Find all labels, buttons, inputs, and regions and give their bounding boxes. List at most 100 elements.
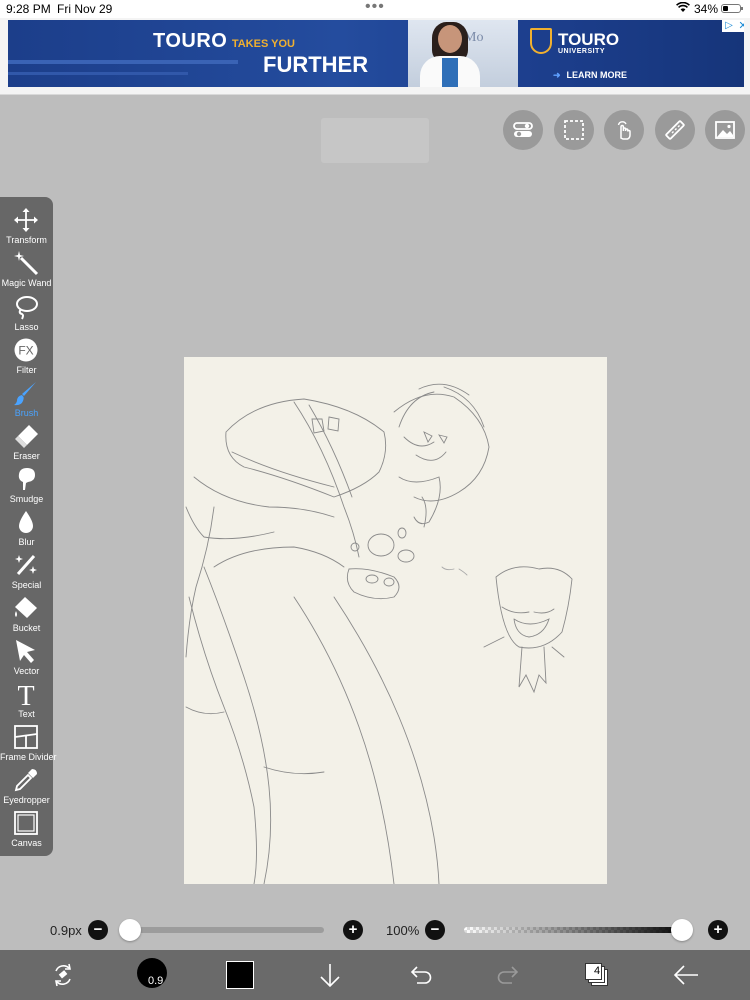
tool-eyedropper[interactable]: Eyedropper (0, 766, 53, 809)
tool-vector[interactable]: Vector (0, 637, 53, 680)
ad-choices-icon[interactable]: ▷ (722, 20, 736, 32)
eraser-icon (15, 425, 38, 448)
battery-percent: 34% (694, 2, 719, 16)
eyedropper-icon (14, 769, 37, 792)
tool-label: Brush (14, 408, 39, 418)
ad-banner[interactable]: TOURO TAKES YOU FURTHER Mo TOURO UNIVERS… (8, 20, 744, 87)
ad-photo-scrubs (442, 58, 458, 87)
selection-button[interactable] (554, 110, 594, 150)
magic-wand-icon (14, 251, 39, 276)
tool-label: Bucket (12, 623, 41, 633)
status-time: 9:28 PM (6, 2, 51, 16)
tool-smudge[interactable]: Smudge (0, 465, 53, 508)
color-swatch[interactable] (226, 961, 254, 989)
toggle-icon (513, 122, 533, 137)
image-button[interactable] (705, 110, 745, 150)
tool-label: Magic Wand (1, 278, 52, 288)
multitasking-dots[interactable]: ••• (365, 0, 385, 16)
frame-divider-icon (14, 725, 38, 749)
battery-nub (741, 7, 743, 10)
redo-icon (497, 966, 519, 984)
tool-label: Canvas (11, 838, 42, 848)
tool-label: Filter (16, 365, 37, 375)
swap-icon (55, 963, 71, 987)
ad-further-text: FURTHER (263, 52, 369, 77)
svg-text:T: T (17, 681, 34, 707)
swap-button[interactable] (48, 950, 78, 1000)
wifi-icon (676, 1, 690, 16)
drop-icon (19, 511, 33, 533)
toggle-settings-button[interactable] (503, 110, 543, 150)
ad-arrow-icon: ➜ (553, 70, 561, 80)
tool-label: Vector (13, 666, 40, 676)
brush-size-thumb[interactable] (119, 919, 141, 941)
tool-special[interactable]: Special (0, 551, 53, 594)
status-bar: 9:28 PM Fri Nov 29 ••• 34% (0, 0, 750, 18)
tool-bucket[interactable]: Bucket (0, 594, 53, 637)
status-date: Fri Nov 29 (57, 2, 113, 16)
opacity-slider[interactable] (464, 927, 690, 933)
brush-preview-label: 0.9 (148, 975, 164, 987)
svg-text:FX: FX (18, 344, 33, 358)
image-icon (715, 121, 735, 139)
ruler-icon (665, 120, 685, 140)
ad-cta-label: LEARN MORE (566, 70, 628, 80)
drawing-canvas[interactable] (184, 357, 607, 884)
sketch-drawing (185, 383, 573, 884)
gesture-button[interactable] (604, 110, 644, 150)
back-button[interactable] (659, 950, 713, 1000)
brush-size-minus-button[interactable]: − (88, 920, 108, 940)
tool-magic-wand[interactable]: Magic Wand (0, 249, 53, 292)
fx-icon: FX (14, 338, 38, 362)
ad-container: TOURO TAKES YOU FURTHER Mo TOURO UNIVERS… (0, 18, 750, 95)
brush-icon (14, 382, 36, 406)
tool-blur[interactable]: Blur (0, 508, 53, 551)
brush-size-slider[interactable] (122, 927, 324, 933)
bucket-icon (15, 597, 37, 618)
tool-frame-divider[interactable]: Frame Divider (0, 723, 57, 766)
brush-size-plus-button[interactable]: + (343, 920, 363, 940)
tool-label: Frame Divider (0, 752, 57, 762)
smudge-icon (18, 468, 35, 490)
tool-eraser[interactable]: Eraser (0, 422, 53, 465)
tool-label: Smudge (9, 494, 44, 504)
ruler-button[interactable] (655, 110, 695, 150)
undo-button[interactable] (393, 950, 447, 1000)
tool-lasso[interactable]: Lasso (0, 293, 53, 336)
cursor-arrow-icon (16, 640, 35, 663)
ad-photo-head (438, 25, 462, 53)
tool-brush[interactable]: Brush (0, 379, 53, 422)
university-shield-icon (530, 28, 552, 54)
ad-learn-more-button[interactable]: ➜ LEARN MORE (553, 70, 627, 81)
import-button[interactable] (303, 950, 357, 1000)
opacity-thumb[interactable] (671, 919, 693, 941)
battery-icon (721, 4, 743, 13)
ad-photo: Mo (408, 20, 518, 87)
opacity-value: 100% (386, 923, 420, 938)
canvas-icon (14, 811, 38, 835)
brush-size-value: 0.9px (50, 923, 82, 938)
ad-stripe (8, 60, 238, 64)
move-arrows-icon (14, 208, 38, 232)
tool-filter[interactable]: FX Filter (0, 336, 53, 379)
tool-text[interactable]: T Text (0, 680, 53, 723)
tool-transform[interactable]: Transform (0, 206, 53, 249)
tool-label: Text (18, 709, 35, 719)
lasso-icon (16, 296, 38, 320)
ad-brand-text: TOURO (153, 30, 228, 52)
tool-label: Eyedropper (3, 795, 50, 805)
ad-close-button[interactable]: ✕ (736, 20, 744, 32)
hand-touch-icon (617, 121, 631, 140)
opacity-minus-button[interactable]: − (425, 920, 445, 940)
ad-takes-you-text: TAKES YOU (231, 38, 295, 50)
special-wand-icon (15, 555, 37, 575)
tool-canvas[interactable]: Canvas (0, 809, 53, 852)
redo-button[interactable] (482, 950, 536, 1000)
dashed-square-icon (564, 120, 584, 140)
tool-panel: Transform Magic Wand Lasso FX Filter Bru… (0, 197, 57, 856)
import-down-arrow-icon (320, 964, 340, 988)
hidden-toast-placeholder (321, 118, 429, 163)
undo-icon (410, 966, 432, 984)
tool-label: Special (11, 580, 42, 590)
opacity-plus-button[interactable]: + (708, 920, 728, 940)
